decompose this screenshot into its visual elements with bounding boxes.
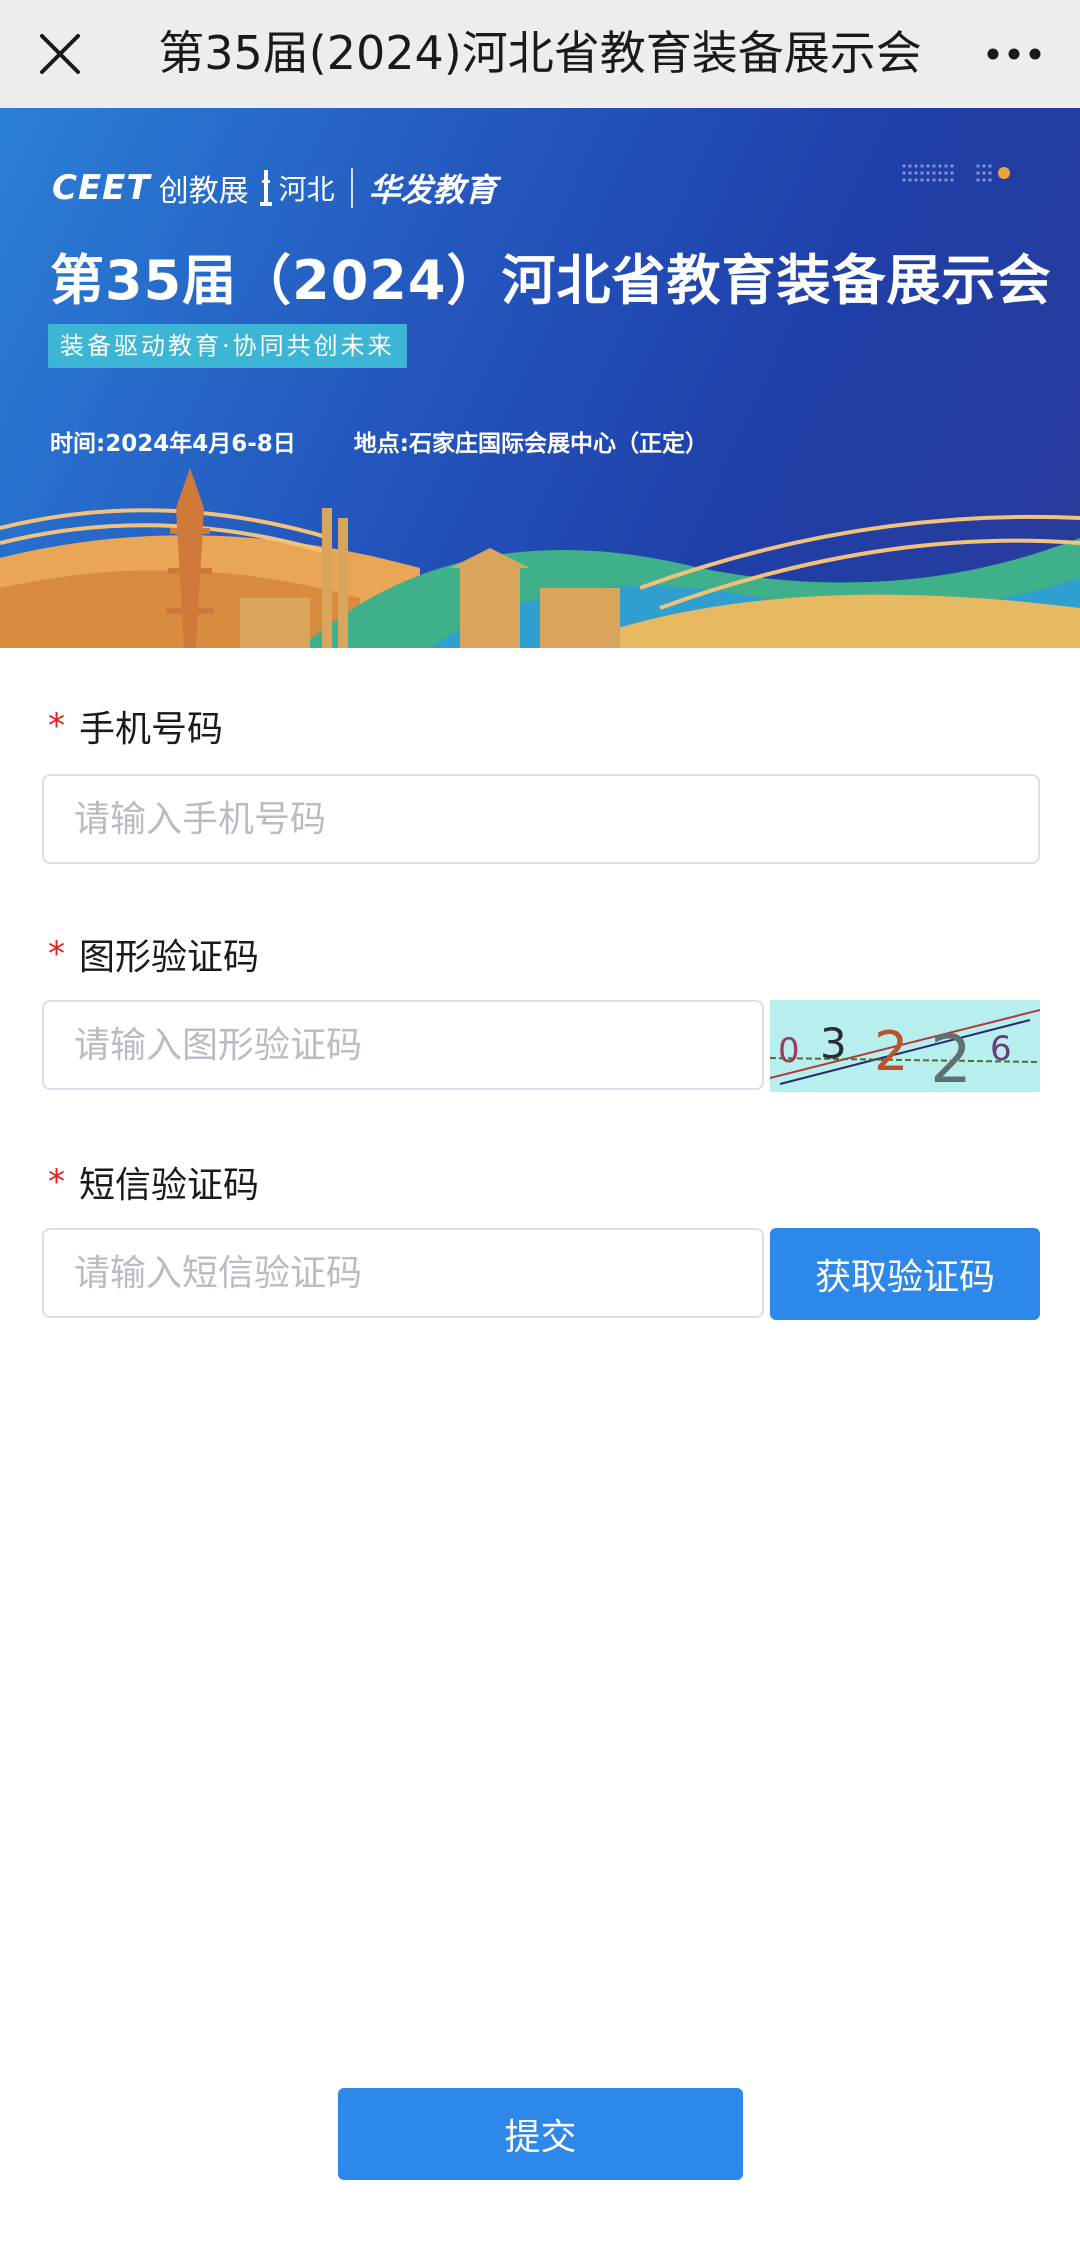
top-nav-bar: 第35届(2024)河北省教育装备展示会 <box>0 0 1080 108</box>
event-banner: CEET 创教展 河北 华发教育 第35届（2024）河北省教育装备展示会 装备… <box>0 108 1080 648</box>
captcha-label: * 图形验证码 <box>48 928 259 980</box>
captcha-label-text: 图形验证码 <box>79 937 260 978</box>
city-skyline-illustration <box>0 468 1080 648</box>
page-title: 第35届(2024)河北省教育装备展示会 <box>158 26 922 80</box>
captcha-char-2: 3 <box>820 1019 847 1068</box>
ceet-logo-cn: 创教展 <box>158 174 249 209</box>
sms-label: * 短信验证码 <box>48 1156 259 1208</box>
required-mark: * <box>48 1162 65 1202</box>
phone-label: * 手机号码 <box>48 700 223 752</box>
phone-label-text: 手机号码 <box>79 709 224 750</box>
captcha-image[interactable]: 0 3 2 2 6 <box>770 1000 1040 1092</box>
close-icon <box>40 34 80 74</box>
phone-input[interactable] <box>42 774 1040 864</box>
sms-code-input[interactable] <box>42 1228 764 1318</box>
region-logo-text: 河北 <box>278 173 335 206</box>
captcha-char-1: 0 <box>778 1031 800 1071</box>
more-button[interactable] <box>972 18 1056 90</box>
required-mark: * <box>48 934 65 974</box>
captcha-char-5: 6 <box>990 1029 1012 1069</box>
banner-slogan: 装备驱动教育·协同共创未来 <box>48 324 407 368</box>
more-horizontal-icon <box>987 48 1041 60</box>
logo-divider <box>350 168 353 208</box>
tower-icon <box>259 170 272 206</box>
submit-button[interactable]: 提交 <box>338 2088 743 2180</box>
ceet-logo: CEET <box>52 168 151 208</box>
close-button[interactable] <box>24 18 96 90</box>
banner-title: 第35届（2024）河北省教育装备展示会 <box>50 249 1052 312</box>
captcha-input[interactable] <box>42 1000 764 1090</box>
banner-logos: CEET 创教展 河北 华发教育 <box>52 160 497 216</box>
captcha-char-4: 2 <box>930 1021 972 1092</box>
region-logo: 河北 <box>259 168 335 208</box>
decorative-dots-icon <box>902 164 1010 182</box>
captcha-graphic: 0 3 2 2 6 <box>770 1009 1040 1092</box>
required-mark: * <box>48 706 65 746</box>
sms-label-text: 短信验证码 <box>79 1165 260 1206</box>
huafa-logo: 华发教育 <box>368 171 497 209</box>
captcha-char-3: 2 <box>874 1020 908 1083</box>
get-sms-code-button[interactable]: 获取验证码 <box>770 1228 1040 1320</box>
